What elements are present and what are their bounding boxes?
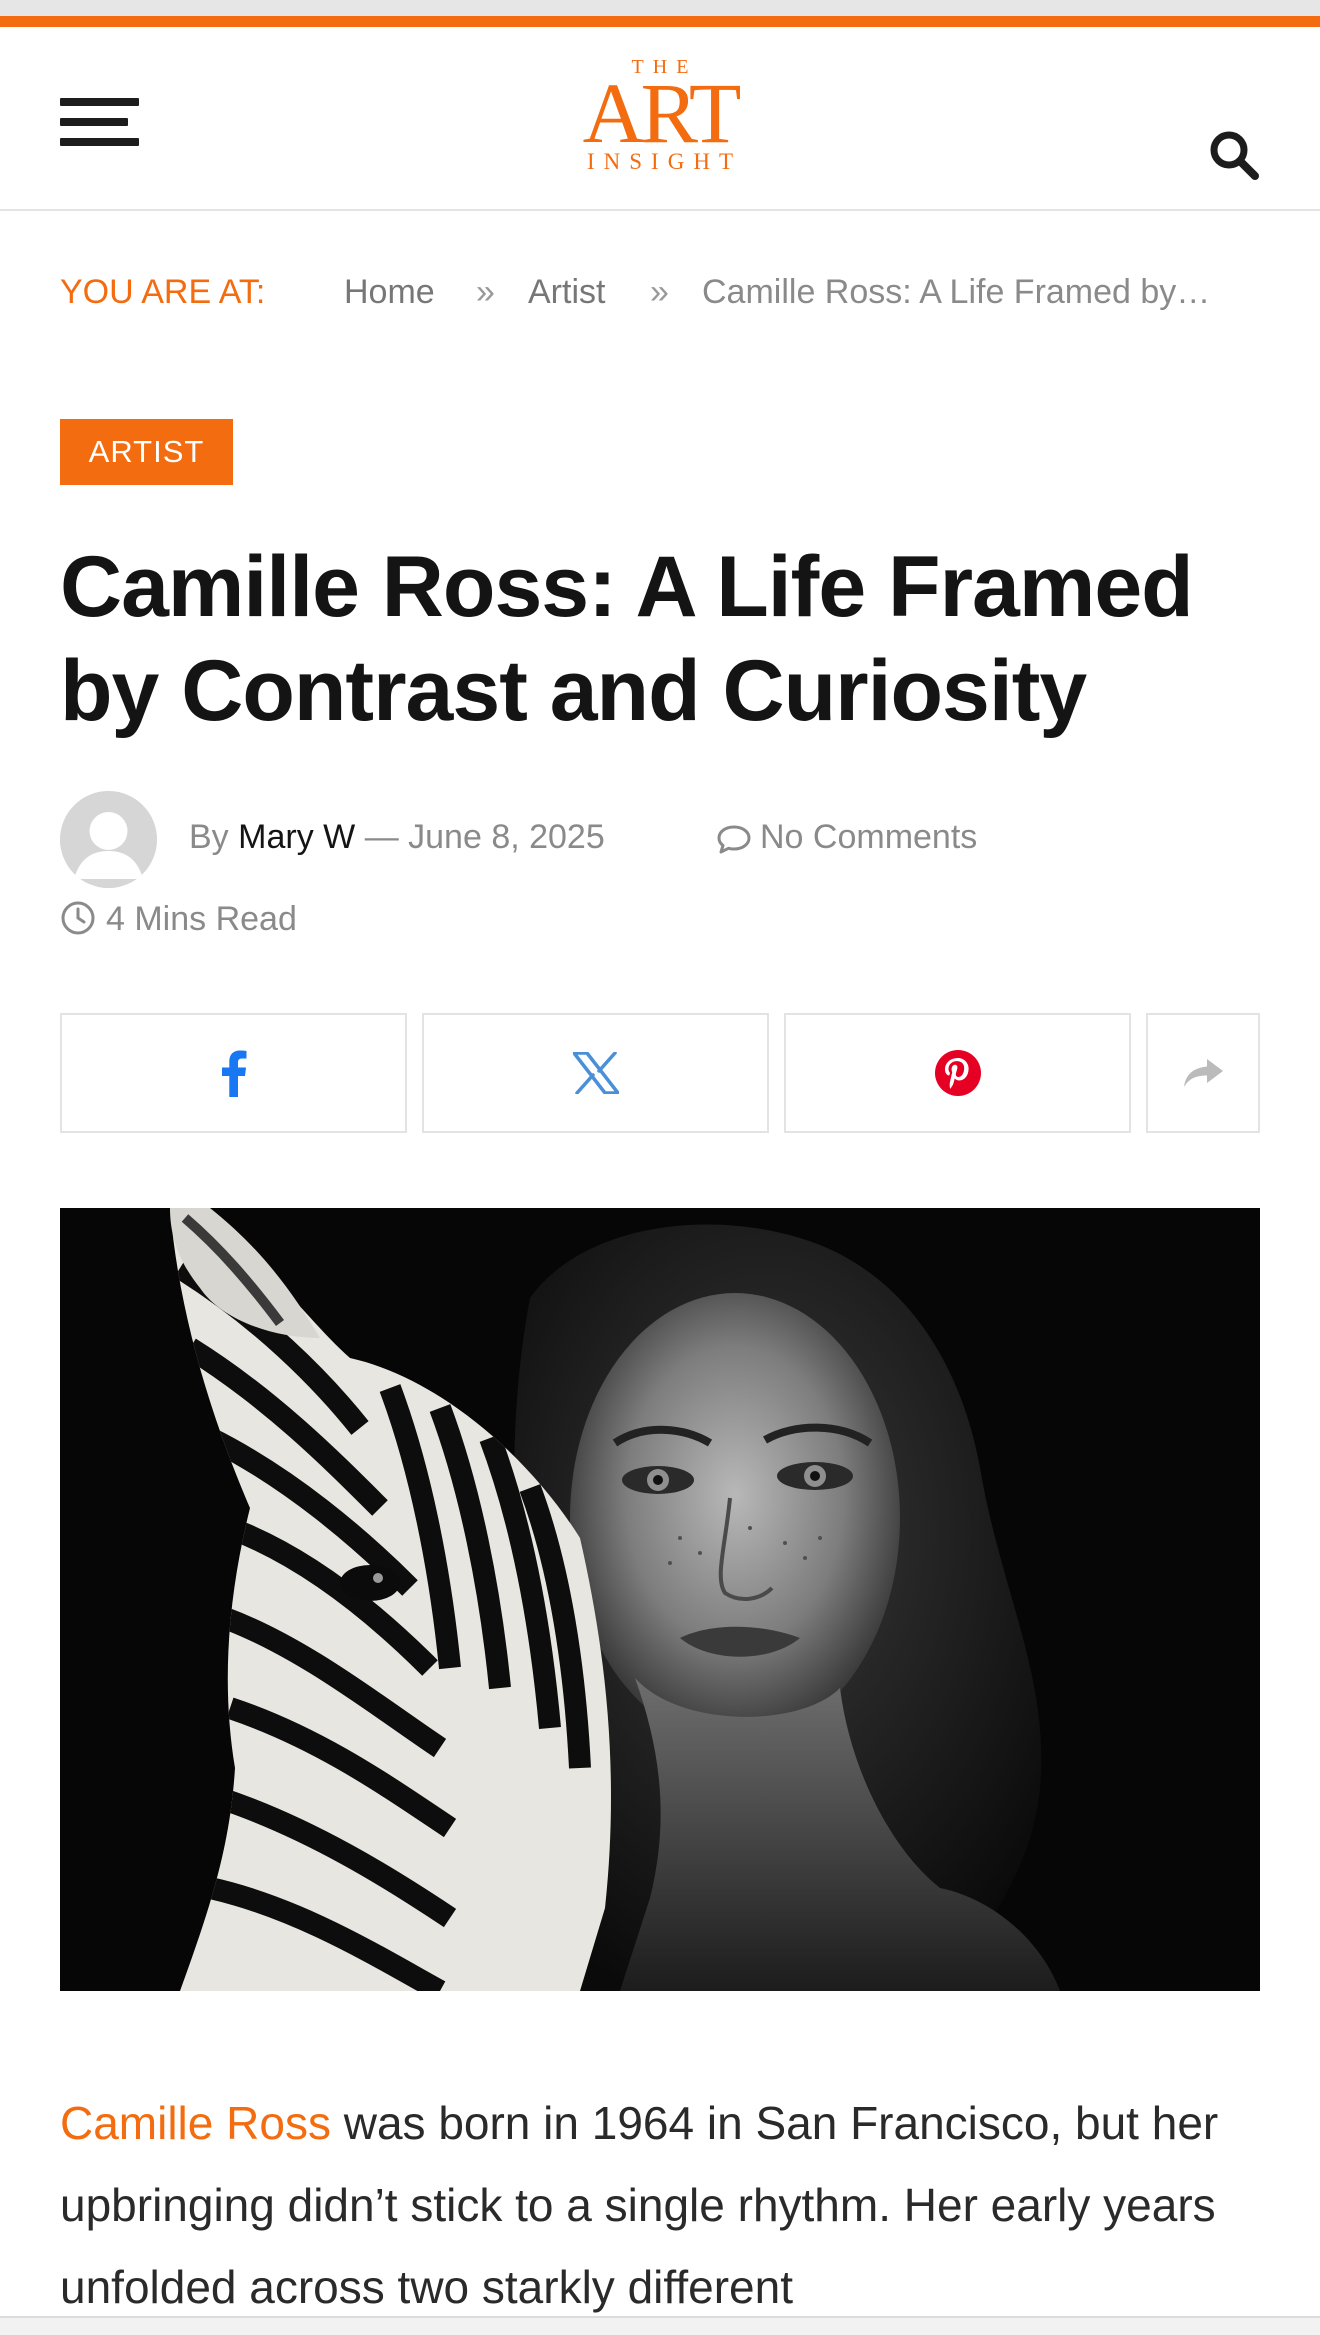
pinterest-icon: [934, 1050, 981, 1096]
facebook-icon: [221, 1050, 246, 1097]
post-meta: By Mary W — June 8, 2025: [189, 815, 605, 859]
logo-line-art: ART: [582, 65, 742, 161]
by-label: By: [189, 818, 229, 856]
site-header: THE ART INSIGHT: [0, 27, 1320, 211]
breadcrumb-home[interactable]: Home: [344, 270, 435, 314]
bottom-scroll-edge: [0, 2316, 1320, 2335]
comments-label: No Comments: [760, 818, 978, 856]
category-badge[interactable]: ARTIST: [60, 419, 233, 485]
meta-dash: —: [364, 818, 399, 856]
site-logo[interactable]: THE ART INSIGHT: [560, 57, 760, 197]
article-lead-link[interactable]: Camille Ross: [60, 2097, 331, 2149]
breadcrumb: YOU ARE AT: Home » Artist » Camille Ross…: [60, 270, 1260, 314]
read-time: 4 Mins Read: [60, 897, 297, 941]
share-pinterest-button[interactable]: [784, 1013, 1131, 1133]
x-twitter-icon: [572, 1052, 619, 1094]
read-time-label: 4 Mins Read: [106, 900, 297, 938]
comment-icon: [717, 825, 751, 854]
article-body: Camille Ross was born in 1964 in San Fra…: [60, 2082, 1280, 2328]
share-arrow-icon: [1184, 1059, 1223, 1087]
breadcrumb-current: Camille Ross: A Life Framed by…: [702, 273, 1211, 311]
hero-image: [60, 1208, 1260, 1991]
author-link[interactable]: Mary W: [238, 818, 355, 856]
clock-icon: [61, 901, 95, 935]
breadcrumb-artist[interactable]: Artist: [528, 270, 605, 314]
logo-line-insight: INSIGHT: [587, 149, 742, 174]
post-title: Camille Ross: A Life Framed by Contrast …: [60, 539, 1194, 739]
share-more-button[interactable]: [1146, 1013, 1260, 1133]
share-facebook-button[interactable]: [60, 1013, 407, 1133]
search-icon[interactable]: [1208, 129, 1260, 181]
hamburger-menu-icon[interactable]: [60, 98, 139, 146]
share-x-button[interactable]: [422, 1013, 769, 1133]
top-accent-strip: [0, 0, 1320, 27]
breadcrumb-separator: »: [476, 273, 495, 311]
breadcrumb-lead: YOU ARE AT:: [60, 273, 266, 311]
breadcrumb-separator: »: [650, 273, 669, 311]
comments-link[interactable]: No Comments: [716, 815, 977, 859]
accent-bar: [0, 16, 1320, 27]
post-date: June 8, 2025: [408, 818, 605, 856]
avatar[interactable]: [60, 791, 157, 888]
